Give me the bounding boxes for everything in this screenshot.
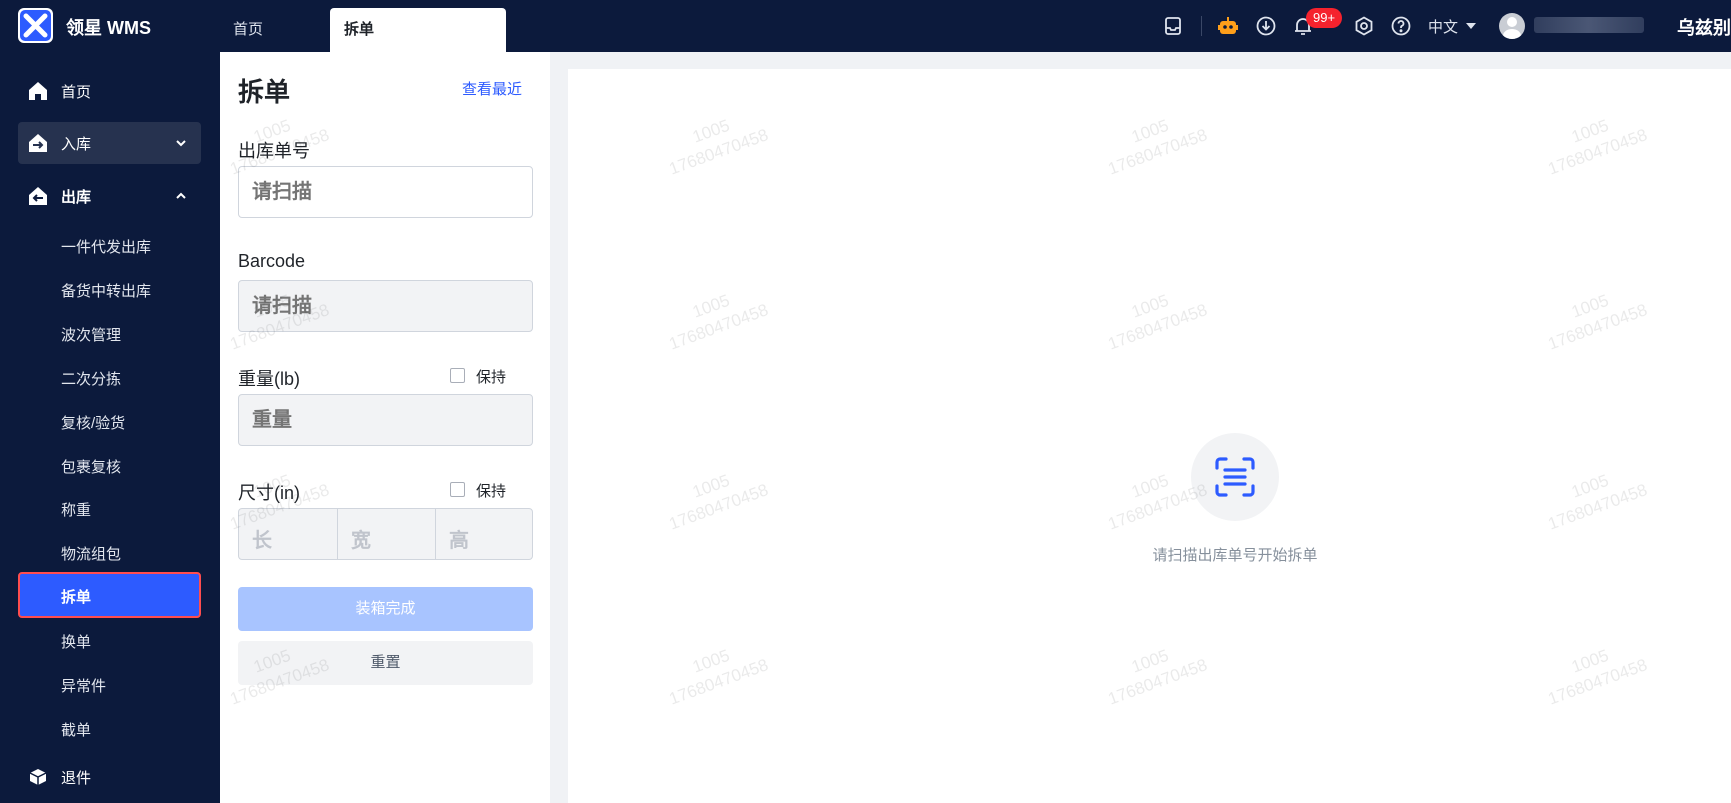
view-recent-link[interactable]: 查看最近 bbox=[462, 78, 522, 99]
sidebar-subitem-secondary-sorting[interactable]: 二次分拣 bbox=[18, 357, 201, 397]
order-number-input[interactable] bbox=[238, 166, 533, 218]
length-input[interactable]: 长 bbox=[239, 509, 337, 559]
brand-name: 领星 WMS bbox=[66, 18, 151, 38]
checkbox-box[interactable] bbox=[450, 368, 465, 383]
caret-down-icon[interactable] bbox=[1466, 23, 1476, 29]
sidebar-item-label: 截单 bbox=[61, 722, 92, 739]
sidebar-subitem-wave-management[interactable]: 波次管理 bbox=[18, 313, 201, 353]
inbox-icon[interactable] bbox=[1161, 14, 1185, 38]
sidebar-item-label: 入库 bbox=[61, 136, 92, 153]
sidebar-item-label: 包裹复核 bbox=[61, 459, 122, 476]
user-name[interactable]: 乌兹别 bbox=[1677, 14, 1731, 40]
sidebar-item-returns[interactable]: 退件 bbox=[18, 756, 201, 798]
sidebar-subitem-split-order[interactable]: 拆单 bbox=[18, 572, 201, 618]
toolbar-divider bbox=[1201, 16, 1202, 36]
sidebar-item-home[interactable]: 首页 bbox=[18, 70, 201, 112]
height-input[interactable]: 高 bbox=[435, 509, 532, 559]
sidebar-subitem-weighing[interactable]: 称重 bbox=[18, 488, 201, 528]
robot-icon[interactable] bbox=[1216, 14, 1240, 38]
packing-complete-button[interactable]: 装箱完成 bbox=[238, 587, 533, 631]
sidebar-item-label: 称重 bbox=[61, 502, 92, 519]
sidebar-item-label: 一件代发出库 bbox=[61, 239, 152, 256]
sidebar-item-label: 异常件 bbox=[61, 678, 107, 695]
page-title: 拆单 bbox=[238, 77, 291, 107]
sidebar-item-label: 备货中转出库 bbox=[61, 283, 152, 300]
barcode-label: Barcode bbox=[238, 251, 306, 271]
dimensions-input-group: 长 宽 高 bbox=[238, 508, 533, 560]
chevron-up-icon bbox=[173, 188, 189, 204]
sidebar-item-label: 出库 bbox=[61, 189, 92, 206]
weight-label: 重量(lb) bbox=[238, 369, 300, 389]
sidebar-item-label: 退件 bbox=[61, 770, 92, 787]
sidebar-subitem-transfer-outbound[interactable]: 备货中转出库 bbox=[18, 269, 201, 309]
inbound-icon bbox=[26, 131, 50, 155]
sidebar-subitem-logistics-packing[interactable]: 物流组包 bbox=[18, 532, 201, 572]
sidebar-item-label: 波次管理 bbox=[61, 327, 122, 344]
empty-state-illustration bbox=[1191, 433, 1279, 521]
sidebar-item-inbound[interactable]: 入库 bbox=[18, 122, 201, 164]
top-bar: 领星 WMS 首页 拆单 99+ 中文 乌兹别 bbox=[0, 0, 1731, 52]
sidebar-item-label: 首页 bbox=[61, 84, 92, 101]
logo-icon[interactable] bbox=[18, 8, 53, 43]
avatar[interactable] bbox=[1499, 13, 1525, 39]
sidebar: 首页 入库 出库 一件代发出库 备货中转出库 波次管理 二次分拣 复核/验货 包… bbox=[0, 52, 220, 803]
empty-state-text: 请扫描出库单号开始拆单 bbox=[1152, 547, 1318, 564]
tab-split-order[interactable]: 拆单 bbox=[330, 8, 506, 52]
reset-button[interactable]: 重置 bbox=[238, 641, 533, 685]
size-label: 尺寸(in) bbox=[238, 483, 300, 503]
weight-keep-checkbox[interactable]: 保持 bbox=[450, 366, 507, 387]
checkbox-box[interactable] bbox=[450, 482, 465, 497]
sidebar-subitem-review-inspection[interactable]: 复核/验货 bbox=[18, 401, 201, 441]
sidebar-subitem-change-label[interactable]: 换单 bbox=[18, 620, 201, 660]
width-input[interactable]: 宽 bbox=[337, 509, 435, 559]
order-number-label: 出库单号 bbox=[238, 141, 310, 161]
chevron-down-icon bbox=[173, 135, 189, 151]
help-icon[interactable] bbox=[1389, 14, 1413, 38]
main-content-area: 请扫描出库单号开始拆单 bbox=[568, 69, 1731, 803]
sidebar-item-label: 二次分拣 bbox=[61, 371, 122, 388]
size-keep-label: 保持 bbox=[476, 483, 507, 500]
download-icon[interactable] bbox=[1254, 14, 1278, 38]
tab-home[interactable]: 首页 bbox=[219, 8, 277, 52]
sidebar-item-label: 复核/验货 bbox=[61, 415, 126, 432]
split-order-form: 拆单 查看最近 出库单号 Barcode 重量(lb) 保持 尺寸(in) 保持… bbox=[220, 52, 550, 803]
settings-icon[interactable] bbox=[1352, 14, 1376, 38]
user-name-redacted bbox=[1534, 17, 1644, 33]
home-icon bbox=[26, 79, 50, 103]
returns-icon bbox=[26, 765, 50, 789]
scan-icon bbox=[1215, 457, 1255, 497]
sidebar-item-outbound[interactable]: 出库 bbox=[18, 175, 201, 217]
sidebar-subitem-exceptions[interactable]: 异常件 bbox=[18, 664, 201, 704]
weight-input[interactable] bbox=[238, 394, 533, 446]
sidebar-item-label: 物流组包 bbox=[61, 546, 122, 563]
sidebar-subitem-intercept[interactable]: 截单 bbox=[18, 708, 201, 748]
avatar-head bbox=[1507, 17, 1517, 27]
sidebar-item-label: 换单 bbox=[61, 634, 92, 651]
sidebar-item-label: 拆单 bbox=[61, 589, 92, 606]
notification-badge: 99+ bbox=[1306, 8, 1343, 28]
sidebar-subitem-dropship-outbound[interactable]: 一件代发出库 bbox=[18, 225, 201, 265]
outbound-icon bbox=[26, 184, 50, 208]
avatar-body bbox=[1503, 29, 1521, 39]
language-selector[interactable]: 中文 bbox=[1428, 16, 1458, 37]
weight-keep-label: 保持 bbox=[476, 369, 507, 386]
barcode-input[interactable] bbox=[238, 280, 533, 332]
size-keep-checkbox[interactable]: 保持 bbox=[450, 480, 507, 501]
sidebar-subitem-package-review[interactable]: 包裹复核 bbox=[18, 445, 201, 485]
